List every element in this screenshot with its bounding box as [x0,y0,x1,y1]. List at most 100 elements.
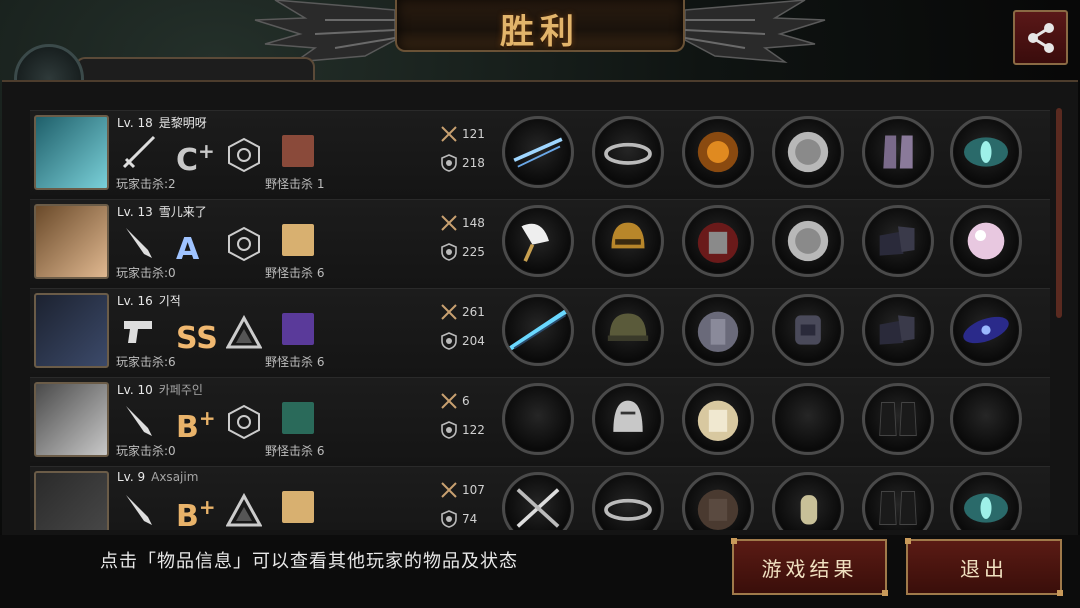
right-wing-ornament [685,0,826,63]
ring-icon [604,142,652,165]
equipment-slot[interactable] [772,116,844,188]
equipment-slot[interactable] [682,116,754,188]
player-level: Lv. 10 [117,383,153,397]
shield-icon [441,510,457,528]
monster-kills: 野怪击杀 6 [265,353,324,370]
equipment-slot[interactable] [682,383,754,455]
player-kills-label: 玩家击杀: [116,266,169,280]
monster-kills-value: 1 [316,177,325,191]
equipment-slot[interactable] [772,205,844,277]
equipment-slot[interactable] [502,205,574,277]
player-list[interactable]: Lv. 18 是黎明呀 C+ 玩家击杀:2 野怪击杀 1 121 218 Lv. 13 雪儿来了… [30,110,1050,530]
serpent-eye-icon [964,137,1008,167]
equipment-slot[interactable] [862,116,934,188]
equipment-slot[interactable] [772,383,844,455]
player-kills: 玩家击杀:0 [116,442,176,459]
equipment-slot[interactable] [862,205,934,277]
equipment-slot[interactable] [682,294,754,366]
equipment-slot[interactable] [502,383,574,455]
player-avatar[interactable] [34,115,109,190]
scrollbar[interactable] [1056,108,1062,318]
crossed-swords-icon [441,215,457,231]
red-armor-icon [697,222,739,263]
knife-icon [126,228,152,258]
energy-rifle-icon [509,309,567,351]
equipment-slot[interactable] [862,383,934,455]
pet-goggles-icon [282,135,314,167]
player-level: Lv. 13 [117,205,153,219]
serpent-eye-icon [964,493,1008,523]
rank-letter: B [176,410,199,445]
defense-stat: 204 [440,332,485,350]
player-avatar[interactable] [34,471,109,530]
equipment-slot[interactable] [592,116,664,188]
rank-plus: + [198,139,215,163]
equipment-slot[interactable] [950,205,1022,277]
triangle-class-icon [226,315,262,349]
black-boots-icon [879,491,917,525]
player-row[interactable]: Lv. 13 雪儿来了 A 玩家击杀:0 野怪击杀 6 148 225 [30,199,1050,284]
player-row[interactable]: Lv. 10 카페주인 B+ 玩家击杀:0 野怪击杀 6 6 122 [30,377,1050,462]
game-result-button[interactable]: 游戏结果 [731,538,888,596]
equipment-slot[interactable] [502,116,574,188]
pet-purple-icon [282,313,314,345]
defense-stat: 122 [440,421,485,439]
equipment-slot[interactable] [772,294,844,366]
equipment-slot[interactable] [862,472,934,530]
equipment-slot[interactable] [862,294,934,366]
equipment-slot[interactable] [950,116,1022,188]
attack-value: 6 [462,394,470,408]
equipment-slot[interactable] [682,205,754,277]
player-row[interactable]: Lv. 16 기적 SS 玩家击杀:6 野怪击杀 6 261 204 [30,288,1050,373]
rapier-icon [122,135,156,169]
equipment-slot[interactable] [592,383,664,455]
fire-armor-icon [697,131,739,173]
player-row[interactable]: Lv. 18 是黎明呀 C+ 玩家击杀:2 野怪击杀 1 121 218 [30,110,1050,195]
monster-kills-label: 野怪击杀 [265,266,314,280]
equipment-slot[interactable] [682,472,754,530]
equipment-slot[interactable] [950,383,1022,455]
equipment-slot[interactable] [950,294,1022,366]
crossed-knives-icon [516,488,560,528]
defense-stat: 218 [440,154,485,172]
galaxy-icon [963,316,1009,344]
player-avatar[interactable] [34,293,109,368]
equipment-slot[interactable] [502,294,574,366]
defense-value: 218 [462,156,485,170]
attack-value: 261 [462,305,485,319]
player-row[interactable]: Lv. 9AxsajimB+玩家击杀:野怪击杀 10774 [30,466,1050,530]
defense-value: 204 [462,334,485,348]
monster-kills-label: 野怪击杀 [265,355,314,369]
monster-kills: 野怪击杀 1 [265,175,324,192]
equipment-slot[interactable] [592,205,664,277]
boots-icon [883,135,913,169]
player-level: Lv. 9 [117,470,146,484]
gold-helmet-icon [611,222,645,249]
shield-icon [441,421,457,439]
defense-value: 122 [462,423,485,437]
top-banner: 胜利 [0,0,1080,114]
equipment-slot[interactable] [592,472,664,530]
equipment-slot[interactable] [502,472,574,530]
equipment-slot[interactable] [772,472,844,530]
equipment-slot[interactable] [950,472,1022,530]
pet-gold-icon [282,224,314,256]
share-button[interactable] [1013,10,1068,65]
player-avatar[interactable] [34,382,109,457]
player-level: Lv. 18 [117,116,153,130]
rank-badge: A [176,218,226,267]
player-name: 雪儿来了 [158,205,207,219]
army-helmet-icon [607,313,649,341]
player-name: 카페주인 [158,383,203,397]
hexagon-class-icon [228,404,260,440]
rank-badge: C+ [176,129,226,178]
exit-button[interactable]: 退出 [905,538,1063,596]
player-name: 是黎明呀 [158,116,207,130]
player-avatar[interactable] [34,204,109,279]
result-panel: Lv. 18 是黎明呀 C+ 玩家击杀:2 野怪击杀 1 121 218 Lv. 13 雪儿来了… [2,80,1078,535]
pet-green-icon [282,402,314,434]
empty-slot [505,386,571,452]
equipment-slot[interactable] [592,294,664,366]
silver-plate-icon [787,220,829,262]
attack-value: 121 [462,127,485,141]
